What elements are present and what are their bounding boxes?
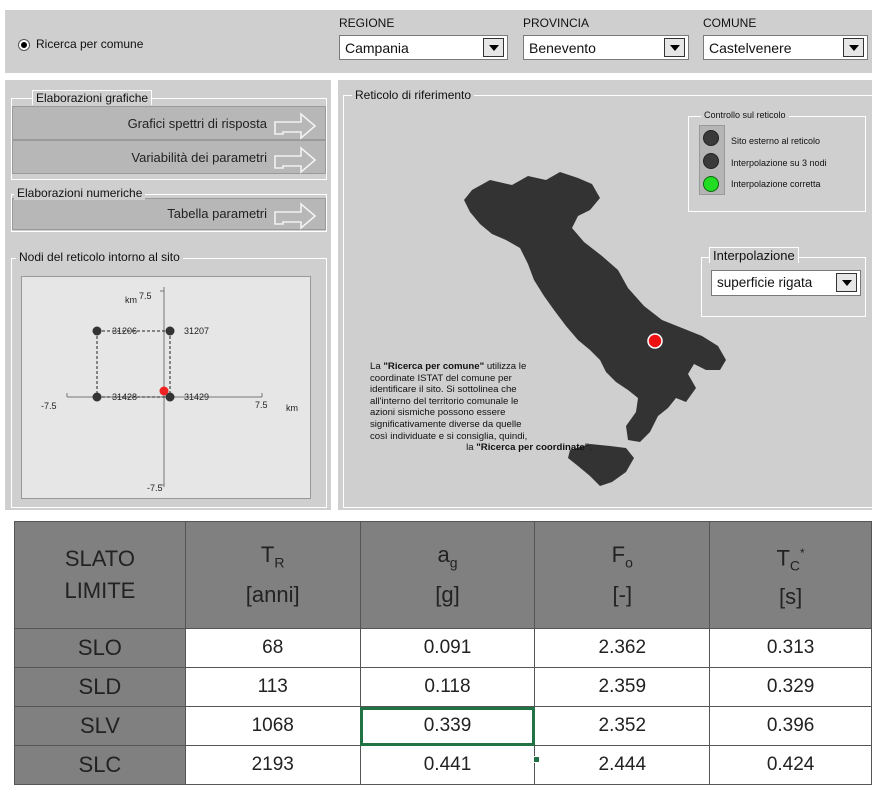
table-row: SLV 1068 0.339 2.352 0.396 — [14, 706, 872, 746]
selected-cell[interactable]: 0.339 — [359, 706, 536, 746]
row-label[interactable]: SLD — [14, 667, 186, 707]
status-light-icon — [703, 130, 719, 146]
table-cell[interactable]: 0.424 — [709, 745, 872, 785]
header-tr: TR [anni] — [184, 521, 361, 629]
row-label[interactable]: SLC — [14, 745, 186, 785]
note-line: la "Ricerca per coordinate". — [466, 442, 592, 454]
variability-button-label: Variabilità dei parametri — [131, 150, 267, 165]
row-label[interactable]: SLO — [14, 628, 186, 668]
chevron-down-icon[interactable] — [836, 273, 857, 292]
node-point — [92, 326, 102, 336]
node-label: 31428 — [112, 392, 137, 402]
status-label: Sito esterno al reticolo — [731, 136, 821, 146]
node-label: 31429 — [184, 392, 209, 402]
comune-select[interactable]: Castelvenere — [703, 35, 868, 60]
status-label: Interpolazione corretta — [731, 179, 821, 189]
table-cell[interactable]: 0.313 — [709, 628, 872, 668]
provincia-select[interactable]: Benevento — [523, 35, 689, 60]
x-right-label: 7.5 — [255, 400, 268, 410]
note-line: azioni sismiche possono essere — [370, 407, 506, 419]
search-mode-label: Ricerca per comune — [36, 37, 144, 51]
numeric-group-title: Elaborazioni numeriche — [14, 186, 146, 200]
nodes-group-title: Nodi del reticolo intorno al sito — [16, 250, 183, 264]
note-line: coordinate ISTAT del comune per — [370, 372, 512, 384]
variability-button[interactable]: Variabilità dei parametri — [12, 140, 326, 174]
table-cell[interactable]: 0.118 — [359, 667, 536, 707]
arrow-right-icon — [274, 146, 317, 174]
node-label: 31207 — [184, 326, 209, 336]
radio-dot-icon — [21, 42, 27, 48]
table-cell[interactable]: 68 — [184, 628, 361, 668]
info-note: La "Ricerca per comune" utilizza le coor… — [370, 361, 592, 454]
regione-select[interactable]: Campania — [339, 35, 508, 60]
spectra-button[interactable]: Grafici spettri di risposta — [12, 106, 326, 140]
table-cell[interactable]: 113 — [184, 667, 361, 707]
node-plot: km 7.5 -7.5 -7.5 7.5 km 31206 31207 3142… — [21, 276, 311, 499]
node-label: 31206 — [112, 326, 137, 336]
table-cell[interactable]: 1068 — [184, 706, 361, 746]
header-ag: ag [g] — [359, 521, 536, 629]
table-cell[interactable]: 0.329 — [709, 667, 872, 707]
table-row: SLO 68 0.091 2.362 0.313 — [14, 628, 872, 668]
comune-value: Castelvenere — [709, 40, 792, 56]
provincia-value: Benevento — [529, 40, 596, 56]
spectra-button-label: Grafici spettri di risposta — [127, 116, 267, 131]
header-fo: Fo [-] — [534, 521, 711, 629]
y-top-label: 7.5 — [139, 291, 152, 301]
table-cell[interactable]: 2193 — [184, 745, 361, 785]
x-unit-label: km — [286, 403, 298, 413]
chevron-down-icon[interactable] — [843, 38, 864, 57]
table-row: SLC 2193 0.441 2.444 0.424 — [14, 745, 872, 785]
comune-label: COMUNE — [703, 16, 757, 30]
table-params-button[interactable]: Tabella parametri — [12, 198, 326, 230]
arrow-right-icon — [274, 112, 317, 140]
graphic-group-title: Elaborazioni grafiche — [32, 90, 153, 105]
note-line: significativamente diverse da quelle — [370, 418, 522, 430]
parameters-table: SLATO LIMITE TR [anni] ag [g] Fo [-] TC* [s] … — [14, 521, 872, 785]
header-tc: TC* [s] — [709, 521, 872, 629]
row-label[interactable]: SLV — [14, 706, 186, 746]
table-cell[interactable]: 2.352 — [534, 706, 711, 746]
note-line: La "Ricerca per comune" utilizza le — [370, 361, 527, 372]
table-cell[interactable]: 2.362 — [534, 628, 711, 668]
control-title: Controllo sul reticolo — [701, 110, 789, 120]
table-cell[interactable]: 2.444 — [534, 745, 711, 785]
node-plot-canvas: km 7.5 -7.5 -7.5 7.5 km 31206 31207 3142… — [41, 287, 298, 493]
interp-select[interactable]: superficie rigata — [711, 270, 861, 296]
search-mode-radio[interactable] — [18, 39, 30, 51]
table-cell[interactable]: 0.091 — [359, 628, 536, 668]
table-row: SLD 113 0.118 2.359 0.329 — [14, 667, 872, 707]
site-location-marker — [647, 333, 663, 349]
interp-value: superficie rigata — [717, 275, 813, 290]
y-unit-label: km — [125, 295, 137, 305]
site-point — [159, 386, 169, 396]
arrow-right-icon — [274, 202, 317, 230]
table-header-row: SLATO LIMITE TR [anni] ag [g] Fo [-] TC* [s] — [14, 521, 872, 629]
fill-handle[interactable] — [533, 756, 540, 763]
x-left-label: -7.5 — [41, 401, 57, 411]
chevron-down-icon[interactable] — [483, 38, 504, 57]
table-cell[interactable]: 0.441 — [359, 745, 536, 785]
regione-label: REGIONE — [339, 16, 395, 30]
regione-value: Campania — [345, 40, 409, 56]
note-line: così individuate e si consiglia, quindi, — [370, 430, 528, 442]
note-line: identificare il sito. Si sottolinea che — [370, 384, 517, 396]
table-cell[interactable]: 0.396 — [709, 706, 872, 746]
y-bottom-label: -7.5 — [147, 483, 163, 493]
header-slato-limite: SLATO LIMITE — [14, 521, 186, 629]
node-point — [165, 326, 175, 336]
table-params-button-label: Tabella parametri — [167, 206, 267, 221]
node-point — [92, 392, 102, 402]
reticolo-title: Reticolo di riferimento — [352, 88, 475, 102]
status-label: Interpolazione su 3 nodi — [731, 158, 827, 168]
note-line: all'interno del territorio comunale le — [370, 395, 519, 407]
provincia-label: PROVINCIA — [523, 16, 590, 30]
chevron-down-icon[interactable] — [664, 38, 685, 57]
table-cell[interactable]: 2.359 — [534, 667, 711, 707]
